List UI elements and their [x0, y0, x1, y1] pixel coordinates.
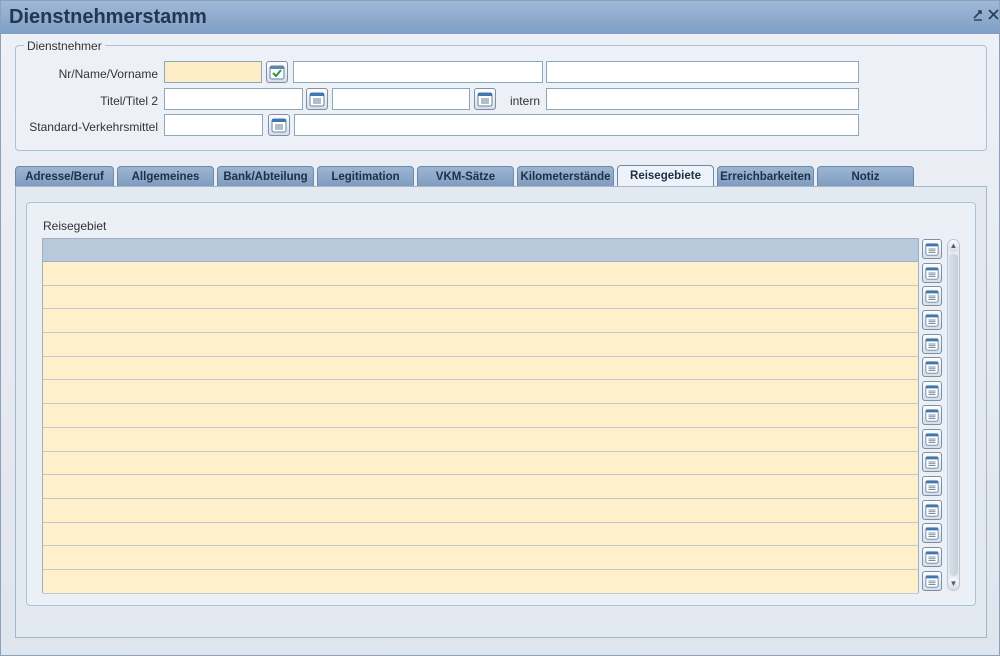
list-lookup-icon: [925, 432, 939, 446]
nr-input[interactable]: [164, 61, 262, 83]
verkehrsmittel-lookup-button[interactable]: [268, 114, 290, 136]
tab-bank-abteilung[interactable]: Bank/Abteilung: [217, 166, 314, 187]
titel-input[interactable]: [164, 88, 303, 110]
reisegebiet-grid: [42, 238, 919, 594]
verkehrsmittel-desc-input[interactable]: [294, 114, 859, 136]
row-lookup-button[interactable]: [922, 333, 942, 354]
row-lookup-buttons: [922, 239, 944, 594]
table-row[interactable]: [43, 380, 918, 405]
table-row[interactable]: [43, 356, 918, 381]
vertical-scrollbar[interactable]: ▲ ▼: [947, 239, 960, 591]
list-lookup-icon: [925, 456, 939, 469]
checkmark-icon: [269, 65, 285, 80]
row-lookup-button[interactable]: [922, 286, 942, 307]
table-row[interactable]: [43, 285, 918, 310]
table-row[interactable]: [43, 333, 918, 357]
intern-input[interactable]: [546, 88, 859, 110]
table-row[interactable]: [43, 262, 918, 286]
titel2-input[interactable]: [332, 88, 470, 110]
list-lookup-icon: [925, 361, 939, 374]
list-lookup-icon: [925, 409, 939, 422]
table-row[interactable]: [43, 569, 918, 594]
list-lookup-icon: [925, 503, 939, 517]
row-lookup-button[interactable]: [922, 357, 942, 378]
group-legend: Dienstnehmer: [24, 39, 105, 53]
name-input[interactable]: [293, 61, 543, 83]
table-row[interactable]: [43, 451, 918, 476]
list-lookup-icon: [271, 118, 287, 133]
scroll-thumb[interactable]: [949, 254, 958, 576]
title-bar: Dienstnehmerstamm: [1, 1, 999, 34]
table-row[interactable]: [43, 309, 918, 334]
row-lookup-button[interactable]: [922, 428, 942, 449]
intern-label: intern: [509, 94, 540, 108]
row-lookup-button[interactable]: [922, 475, 942, 496]
app-window: Dienstnehmerstamm Dienstnehmer Nr/Name/V…: [0, 0, 1000, 656]
close-icon[interactable]: [986, 9, 1000, 23]
row-lookup-button[interactable]: [922, 570, 942, 591]
verkehrsmittel-label: Standard-Verkehrsmittel: [29, 120, 158, 134]
row-lookup-button[interactable]: [922, 310, 942, 331]
reisegebiet-caption: Reisegebiet: [43, 219, 107, 233]
tab-notiz[interactable]: Notiz: [817, 166, 914, 187]
tab-allgemeines[interactable]: Allgemeines: [117, 166, 214, 187]
grid-header: [43, 239, 918, 262]
row-lookup-button[interactable]: [922, 546, 942, 567]
row-lookup-button[interactable]: [922, 404, 942, 425]
list-lookup-icon: [309, 92, 325, 107]
reisegebiete-group: Reisegebiet ▲ ▼: [26, 202, 976, 606]
table-row[interactable]: [43, 427, 918, 452]
list-lookup-icon: [925, 527, 939, 540]
window-title: Dienstnehmerstamm: [9, 6, 207, 28]
scroll-down-icon[interactable]: ▼: [948, 578, 959, 590]
scroll-up-icon[interactable]: ▲: [948, 240, 959, 252]
list-lookup-icon: [925, 574, 939, 588]
row-lookup-button[interactable]: [922, 381, 942, 402]
row-lookup-button[interactable]: [922, 239, 942, 259]
table-row[interactable]: [43, 546, 918, 570]
list-lookup-icon: [925, 314, 939, 327]
tab-kilometerstaende[interactable]: Kilometerstände: [517, 166, 614, 187]
tab-erreichbarkeiten[interactable]: Erreichbarkeiten: [717, 166, 814, 187]
tab-vkm-saetze[interactable]: VKM-Sätze: [417, 166, 514, 187]
pin-icon[interactable]: [971, 9, 985, 23]
titel-lookup-button[interactable]: [306, 88, 328, 110]
tab-adresse-beruf[interactable]: Adresse/Beruf: [15, 166, 114, 187]
list-lookup-icon: [925, 267, 939, 280]
list-lookup-icon: [925, 385, 939, 398]
verkehrsmittel-input[interactable]: [164, 114, 263, 136]
row-lookup-button[interactable]: [922, 452, 942, 473]
list-lookup-icon: [925, 290, 939, 303]
titel-label: Titel/Titel 2: [100, 94, 158, 108]
vorname-input[interactable]: [546, 61, 859, 83]
list-lookup-icon: [925, 338, 939, 351]
check-lookup-button[interactable]: [266, 61, 288, 83]
list-lookup-icon: [477, 92, 493, 107]
tab-panel: Reisegebiet ▲ ▼: [15, 186, 987, 638]
row-lookup-button[interactable]: [922, 523, 942, 544]
table-row[interactable]: [43, 404, 918, 428]
table-row[interactable]: [43, 475, 918, 499]
table-row[interactable]: [43, 522, 918, 547]
titel2-lookup-button[interactable]: [474, 88, 496, 110]
nr-name-vorname-label: Nr/Name/Vorname: [58, 67, 158, 81]
tab-reisegebiete[interactable]: Reisegebiete: [617, 165, 714, 187]
list-lookup-icon: [925, 243, 939, 256]
row-lookup-button[interactable]: [922, 262, 942, 283]
list-lookup-icon: [925, 480, 939, 493]
tab-legitimation[interactable]: Legitimation: [317, 166, 414, 187]
table-row[interactable]: [43, 498, 918, 523]
list-lookup-icon: [925, 551, 939, 564]
row-lookup-button[interactable]: [922, 499, 942, 520]
